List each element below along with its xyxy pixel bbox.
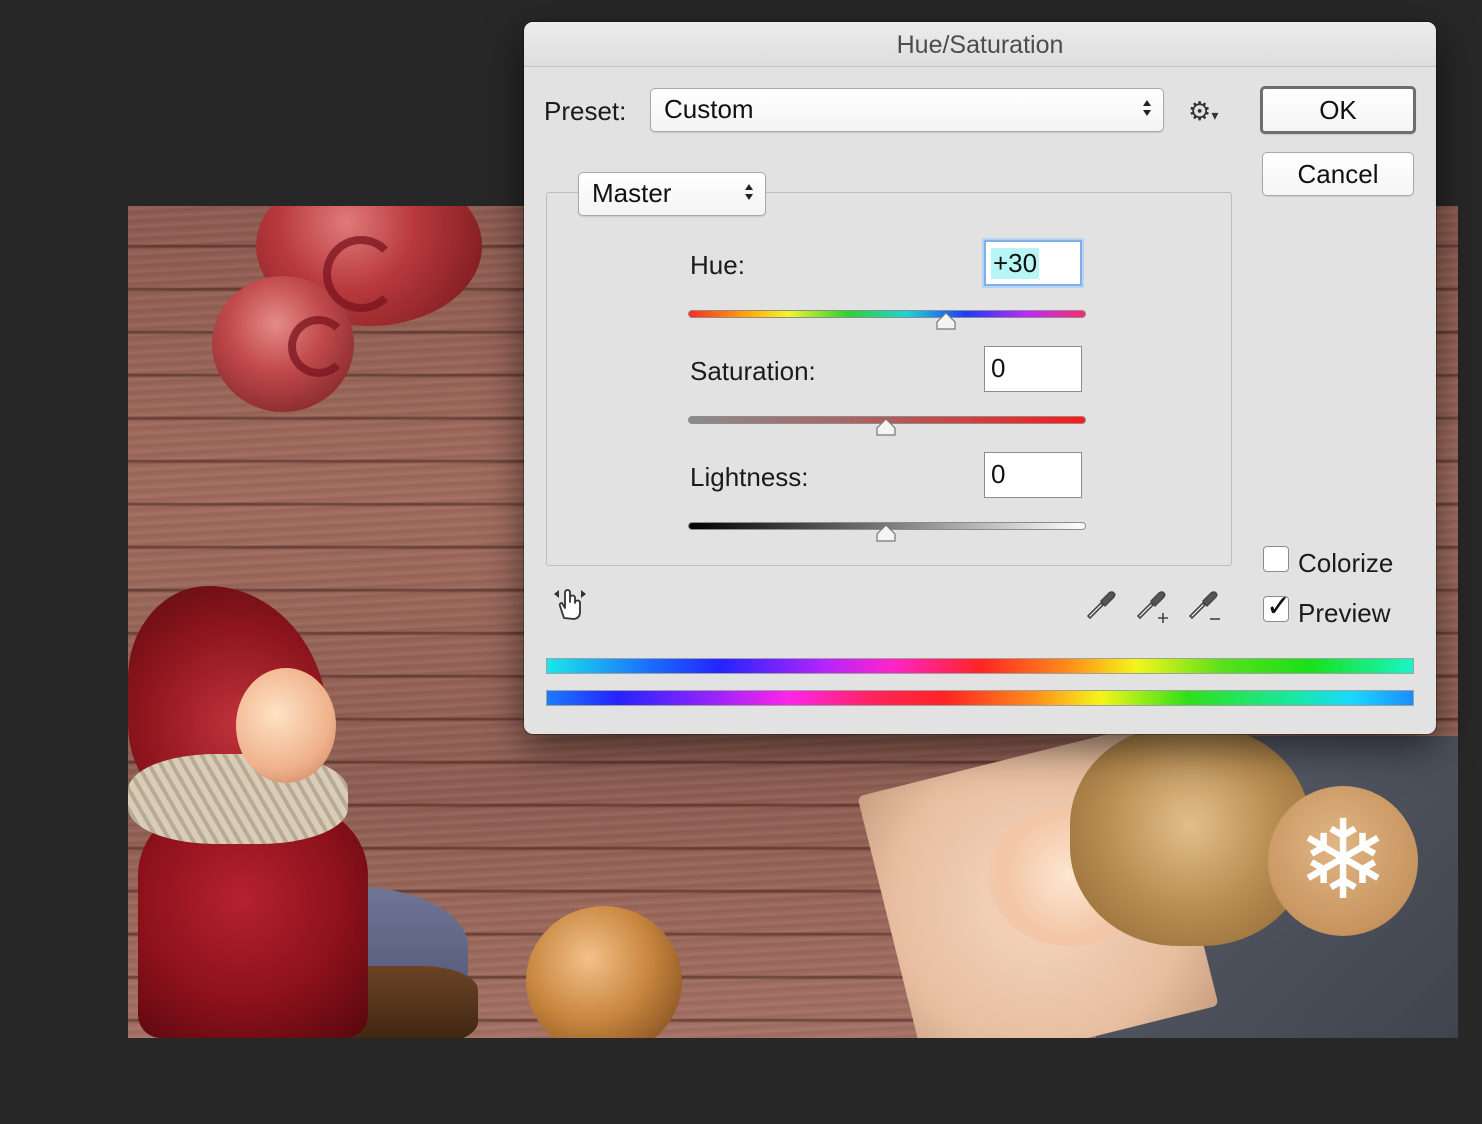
saturation-label: Saturation: [690,356,816,386]
hue-label: Hue: [690,250,745,280]
select-arrows-icon [1143,100,1151,116]
preset-select[interactable]: Custom [650,88,1164,132]
input-color-ramp [546,658,1414,674]
ornament-swirl [323,236,399,312]
lightness-label: Lightness: [690,462,809,492]
eyedropper-add-icon[interactable] [1134,588,1172,626]
select-arrows-icon [745,184,753,200]
gold-ornament [526,906,682,1038]
preset-value: Custom [664,94,754,124]
channel-value: Master [592,178,672,208]
cancel-button[interactable]: Cancel [1262,152,1414,196]
ornament-swirl [288,316,349,377]
saturation-slider-thumb[interactable] [876,418,896,436]
gear-menu-icon[interactable]: ⚙▾ [1188,96,1218,127]
colorize-label: Colorize [1298,548,1394,578]
snowflake-icon: ❄ [1296,799,1390,922]
hue-slider-thumb[interactable] [936,312,956,330]
eyedropper-icon[interactable] [1084,588,1118,622]
saturation-input[interactable]: 0 [984,346,1082,392]
preview-label: Preview [1298,598,1391,628]
hue-input[interactable]: +30 [984,240,1082,286]
adjustment-group [546,192,1232,566]
hue-value: +30 [991,248,1040,279]
lightness-value: 0 [991,459,1006,489]
preview-checkbox[interactable]: ✓ [1263,589,1291,624]
hue-saturation-dialog: Hue/Saturation Preset: Custom ⚙▾ OK Canc… [524,22,1436,734]
lightness-slider-thumb[interactable] [876,524,896,542]
colorize-checkbox[interactable] [1263,546,1289,572]
gnome-face [236,668,336,783]
preset-label: Preset: [544,96,627,126]
saturation-value: 0 [991,353,1006,383]
channel-select[interactable]: Master [578,172,766,216]
ok-button[interactable]: OK [1260,86,1416,134]
checkmark-icon: ✓ [1266,589,1292,624]
lightness-input[interactable]: 0 [984,452,1082,498]
targeted-adjustment-hand-icon[interactable] [550,584,590,624]
eyedropper-subtract-icon[interactable] [1186,588,1224,626]
output-color-ramp [546,690,1414,706]
dialog-title: Hue/Saturation [524,22,1436,67]
hue-slider[interactable] [688,310,1086,318]
